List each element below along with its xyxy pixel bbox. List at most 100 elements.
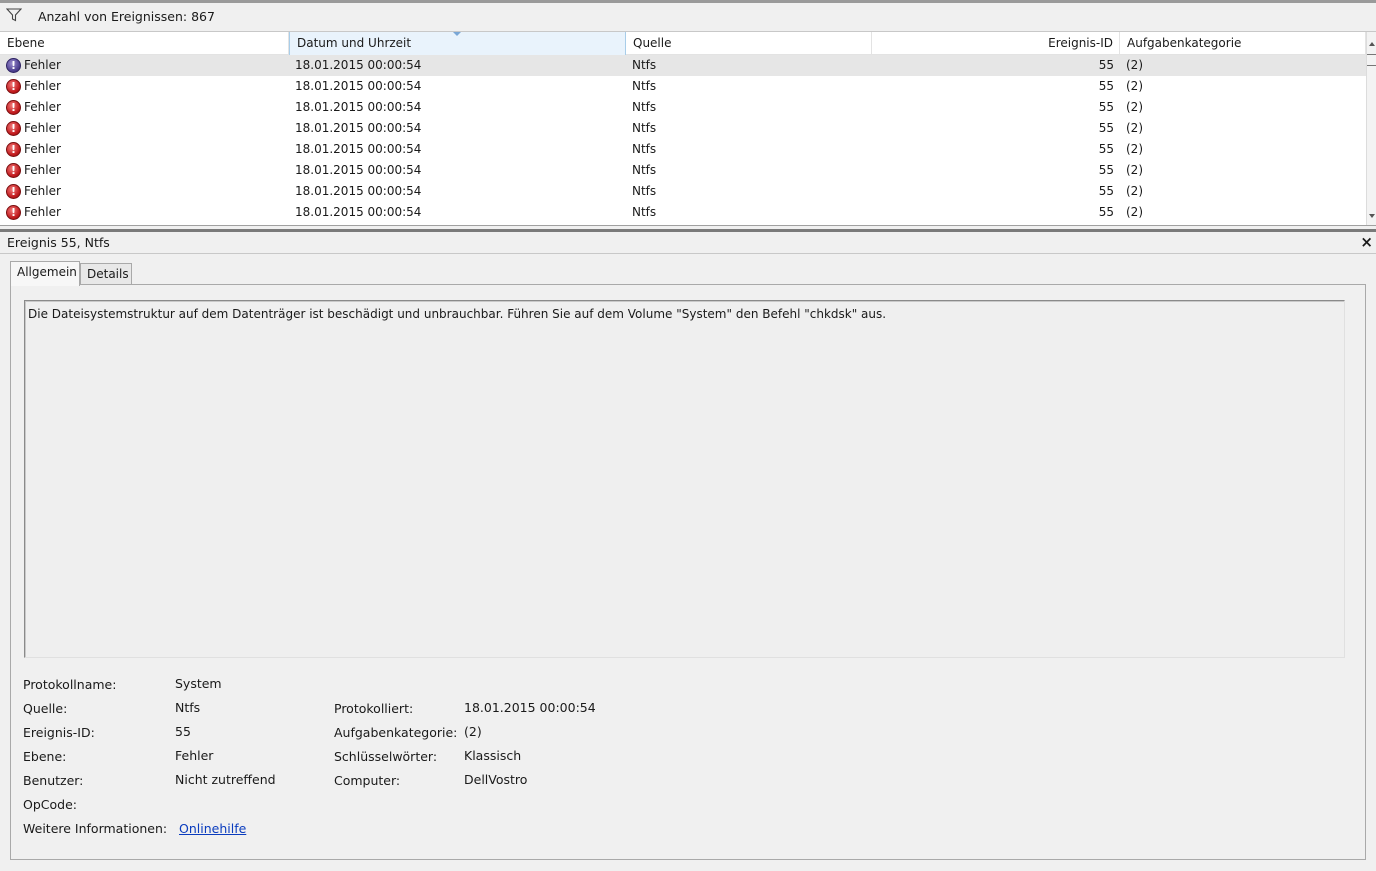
cell-datetime: 18.01.2015 00:00:54 bbox=[295, 163, 422, 177]
label-protokolliert: Protokolliert: bbox=[334, 701, 414, 716]
online-help-link[interactable]: Onlinehilfe bbox=[179, 821, 246, 836]
cell-category: (2) bbox=[1126, 205, 1143, 219]
table-row[interactable]: Fehler 18.01.2015 00:00:54 Ntfs 55 (2) bbox=[0, 76, 1366, 97]
scroll-thumb[interactable] bbox=[1367, 54, 1376, 66]
label-aufgabenkategorie: Aufgabenkategorie: bbox=[334, 725, 458, 740]
table-row[interactable]: Fehler 18.01.2015 00:00:54 Ntfs 55 (2) bbox=[0, 202, 1366, 223]
value-ereignis-id: 55 bbox=[175, 724, 191, 739]
cell-event-id: 55 bbox=[1098, 205, 1114, 219]
cell-level: Fehler bbox=[24, 142, 61, 156]
table-row[interactable]: Fehler 18.01.2015 00:00:54 Ntfs 55 (2) bbox=[0, 181, 1366, 202]
cell-event-id: 55 bbox=[1098, 121, 1114, 135]
cell-source: Ntfs bbox=[632, 79, 657, 93]
value-protokolliert: 18.01.2015 00:00:54 bbox=[464, 700, 596, 715]
scroll-up-icon[interactable] bbox=[1369, 42, 1375, 46]
label-schluesselwoerter: Schlüsselwörter: bbox=[334, 749, 438, 764]
label-ereignis-id: Ereignis-ID: bbox=[23, 725, 95, 740]
cell-source: Ntfs bbox=[632, 163, 657, 177]
detail-title: Ereignis 55, Ntfs bbox=[7, 235, 110, 250]
cell-category: (2) bbox=[1126, 58, 1143, 72]
cell-category: (2) bbox=[1126, 100, 1143, 114]
column-header-task-category[interactable]: Aufgabenkategorie bbox=[1120, 32, 1366, 55]
value-quelle: Ntfs bbox=[175, 700, 201, 715]
cell-category: (2) bbox=[1126, 121, 1143, 135]
cell-datetime: 18.01.2015 00:00:54 bbox=[295, 184, 422, 198]
scroll-down-icon[interactable] bbox=[1369, 214, 1375, 218]
table-row[interactable]: Fehler 18.01.2015 00:00:54 Ntfs 55 (2) bbox=[0, 118, 1366, 139]
cell-datetime: 18.01.2015 00:00:54 bbox=[295, 79, 422, 93]
value-aufgabenkategorie: (2) bbox=[464, 724, 482, 739]
error-icon bbox=[6, 100, 21, 115]
detail-header: Ereignis 55, Ntfs × bbox=[0, 229, 1376, 254]
cell-level: Fehler bbox=[24, 163, 61, 177]
description-text: Die Dateisystemstruktur auf dem Datenträ… bbox=[28, 307, 887, 321]
cell-source: Ntfs bbox=[632, 184, 657, 198]
event-grid: Ebene Datum und Uhrzeit Quelle Ereignis-… bbox=[0, 32, 1376, 226]
cell-datetime: 18.01.2015 00:00:54 bbox=[295, 205, 422, 219]
sort-descending-icon bbox=[453, 32, 461, 36]
label-benutzer: Benutzer: bbox=[23, 773, 84, 788]
cell-datetime: 18.01.2015 00:00:54 bbox=[295, 142, 422, 156]
filter-icon[interactable] bbox=[6, 8, 22, 22]
cell-category: (2) bbox=[1126, 163, 1143, 177]
cell-level: Fehler bbox=[24, 79, 61, 93]
cell-level: Fehler bbox=[24, 184, 61, 198]
description-box[interactable]: Die Dateisystemstruktur auf dem Datenträ… bbox=[24, 300, 1345, 658]
table-row[interactable]: Fehler 18.01.2015 00:00:54 Ntfs 55 (2) bbox=[0, 97, 1366, 118]
cell-level: Fehler bbox=[24, 205, 61, 219]
column-header-datetime[interactable]: Datum und Uhrzeit bbox=[289, 32, 626, 55]
error-icon bbox=[6, 79, 21, 94]
cell-event-id: 55 bbox=[1098, 100, 1114, 114]
value-ebene: Fehler bbox=[175, 748, 214, 763]
value-protokollname: System bbox=[175, 676, 222, 691]
cell-level: Fehler bbox=[24, 58, 61, 72]
grid-rows: Fehler 18.01.2015 00:00:54 Ntfs 55 (2) F… bbox=[0, 55, 1366, 223]
tab-allgemein[interactable]: Allgemein bbox=[10, 261, 80, 286]
cell-datetime: 18.01.2015 00:00:54 bbox=[295, 58, 422, 72]
label-opcode: OpCode: bbox=[23, 797, 77, 812]
grid-header: Ebene Datum und Uhrzeit Quelle Ereignis-… bbox=[0, 32, 1366, 55]
value-benutzer: Nicht zutreffend bbox=[175, 772, 276, 787]
cell-source: Ntfs bbox=[632, 121, 657, 135]
cell-source: Ntfs bbox=[632, 58, 657, 72]
cell-datetime: 18.01.2015 00:00:54 bbox=[295, 121, 422, 135]
error-icon bbox=[6, 205, 21, 220]
cell-event-id: 55 bbox=[1098, 184, 1114, 198]
column-header-datetime-label: Datum und Uhrzeit bbox=[297, 36, 412, 50]
label-weitere-informationen: Weitere Informationen: bbox=[23, 821, 168, 836]
cell-event-id: 55 bbox=[1098, 142, 1114, 156]
cell-source: Ntfs bbox=[632, 142, 657, 156]
label-ebene: Ebene: bbox=[23, 749, 67, 764]
cell-level: Fehler bbox=[24, 121, 61, 135]
column-header-level[interactable]: Ebene bbox=[0, 32, 289, 55]
column-header-event-id[interactable]: Ereignis-ID bbox=[872, 32, 1120, 55]
column-header-source[interactable]: Quelle bbox=[626, 32, 872, 55]
cell-event-id: 55 bbox=[1098, 79, 1114, 93]
value-computer: DellVostro bbox=[464, 772, 528, 787]
table-row[interactable]: Fehler 18.01.2015 00:00:54 Ntfs 55 (2) bbox=[0, 55, 1366, 76]
error-icon bbox=[6, 142, 21, 157]
filter-bar: Anzahl von Ereignissen: 867 bbox=[0, 0, 1376, 32]
error-icon bbox=[6, 184, 21, 199]
value-schluesselwoerter: Klassisch bbox=[464, 748, 522, 763]
label-quelle: Quelle: bbox=[23, 701, 68, 716]
cell-category: (2) bbox=[1126, 184, 1143, 198]
table-row[interactable]: Fehler 18.01.2015 00:00:54 Ntfs 55 (2) bbox=[0, 160, 1366, 181]
tab-details[interactable]: Details bbox=[80, 263, 132, 285]
cell-source: Ntfs bbox=[632, 100, 657, 114]
cell-event-id: 55 bbox=[1098, 163, 1114, 177]
label-computer: Computer: bbox=[334, 773, 401, 788]
label-protokollname: Protokollname: bbox=[23, 677, 117, 692]
cell-datetime: 18.01.2015 00:00:54 bbox=[295, 100, 422, 114]
cell-category: (2) bbox=[1126, 79, 1143, 93]
error-icon bbox=[6, 121, 21, 136]
cell-event-id: 55 bbox=[1098, 58, 1114, 72]
cell-level: Fehler bbox=[24, 100, 61, 114]
error-icon bbox=[6, 58, 21, 73]
vertical-scrollbar[interactable] bbox=[1366, 32, 1376, 225]
error-icon bbox=[6, 163, 21, 178]
table-row[interactable]: Fehler 18.01.2015 00:00:54 Ntfs 55 (2) bbox=[0, 139, 1366, 160]
cell-category: (2) bbox=[1126, 142, 1143, 156]
event-count: Anzahl von Ereignissen: 867 bbox=[38, 9, 215, 24]
close-icon[interactable]: × bbox=[1360, 234, 1373, 250]
